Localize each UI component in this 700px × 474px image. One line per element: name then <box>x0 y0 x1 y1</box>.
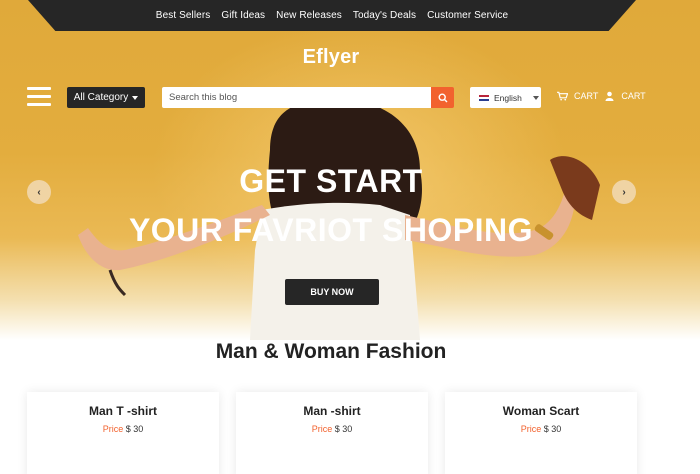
header-actions: CART CART <box>557 91 646 101</box>
product-name: Man -shirt <box>303 404 361 418</box>
site-logo[interactable]: Eflyer <box>0 46 662 69</box>
language-selector[interactable]: English <box>470 87 541 108</box>
price-label: Price <box>520 424 542 434</box>
nav-link-customer-service[interactable]: Customer Service <box>427 10 508 21</box>
chevron-down-icon <box>132 95 139 100</box>
product-price: Price $ 30 <box>236 424 428 434</box>
nav-link-gift-ideas[interactable]: Gift Ideas <box>221 10 265 21</box>
search-button[interactable] <box>431 87 454 108</box>
price-value: $ 30 <box>125 424 144 434</box>
section-title: Man & Woman Fashion <box>215 340 447 363</box>
hero-title-line2: YOUR FAVRIOT SHOPING <box>128 212 534 248</box>
product-card[interactable]: Woman Scart Price $ 30 <box>445 392 637 474</box>
language-label: English <box>494 92 522 103</box>
flag-icon <box>479 94 489 101</box>
cart-link-secondary[interactable]: CART <box>621 91 645 101</box>
hamburger-icon[interactable] <box>27 87 51 107</box>
product-name: Man T -shirt <box>89 404 157 418</box>
product-card[interactable]: Man T -shirt Price $ 30 <box>27 392 219 474</box>
price-value: $ 30 <box>334 424 353 434</box>
cart-link[interactable]: CART <box>574 91 598 101</box>
nav-link-best-sellers[interactable]: Best Sellers <box>156 10 211 21</box>
price-label: Price <box>311 424 333 434</box>
product-card[interactable]: Man -shirt Price $ 30 <box>236 392 428 474</box>
category-label: All Category <box>73 92 129 103</box>
buy-now-button[interactable]: BUY NOW <box>285 279 379 305</box>
product-name: Woman Scart <box>502 404 580 418</box>
nav-link-new-releases[interactable]: New Releases <box>276 10 342 21</box>
search-bar <box>162 87 454 108</box>
search-icon <box>437 92 447 102</box>
nav-link-todays-deals[interactable]: Today's Deals <box>353 10 416 21</box>
product-price: Price $ 30 <box>445 424 637 434</box>
user-icon[interactable] <box>604 91 615 101</box>
chevron-down-icon <box>532 95 539 100</box>
product-list: Man T -shirt Price $ 30 Man -shirt Price… <box>27 392 637 474</box>
top-nav-bar: Best Sellers Gift Ideas New Releases Tod… <box>28 0 636 31</box>
price-label: Price <box>102 424 124 434</box>
cart-icon[interactable] <box>557 91 568 101</box>
search-input[interactable] <box>162 87 431 108</box>
hero-title-line1: GET START <box>239 163 423 199</box>
category-dropdown[interactable]: All Category <box>67 87 145 108</box>
price-value: $ 30 <box>543 424 562 434</box>
product-price: Price $ 30 <box>27 424 219 434</box>
